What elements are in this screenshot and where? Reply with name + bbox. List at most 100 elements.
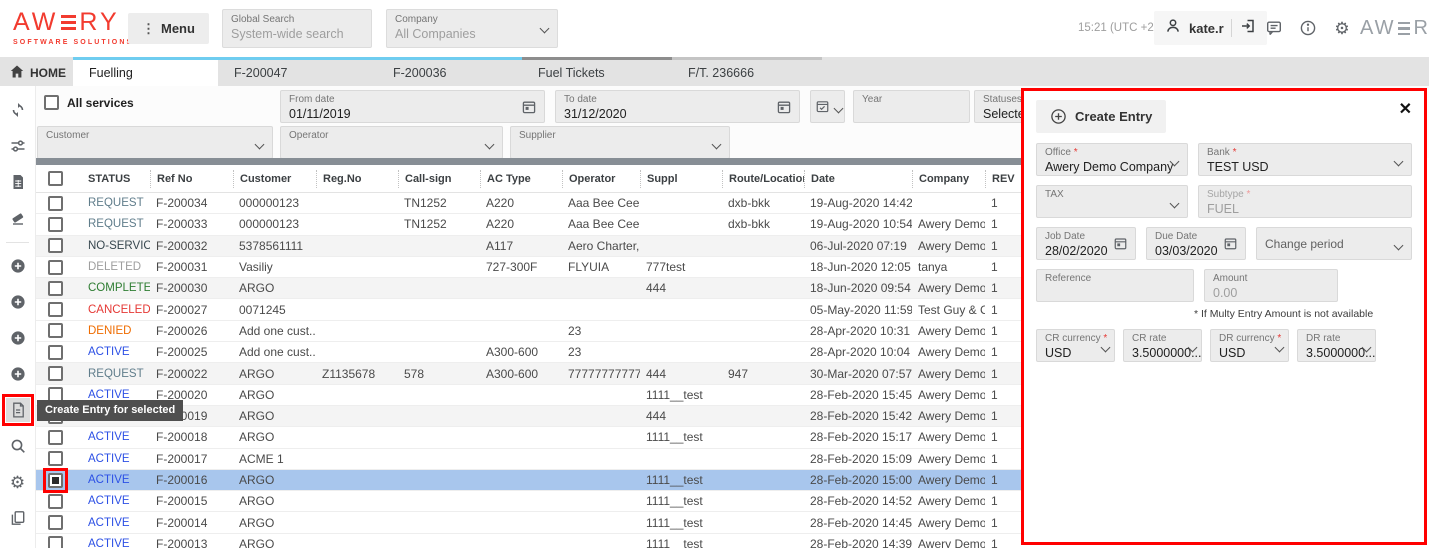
row-checkbox[interactable] — [48, 281, 63, 296]
table-row[interactable]: ACTIVEF-200014ARGO1111__test28-Feb-2020 … — [36, 512, 1021, 533]
table-row[interactable]: DELETEDF-200031Vasiliy727-300FFLYUIA777t… — [36, 257, 1021, 278]
rev-cell: 1 — [985, 537, 1021, 548]
row-checkbox[interactable] — [48, 494, 63, 509]
tab-f-200036[interactable]: F-200036 — [377, 57, 522, 86]
tab-f-200047[interactable]: F-200047 — [218, 57, 377, 86]
copy-icon[interactable] — [6, 506, 30, 530]
row-checkbox[interactable] — [48, 196, 63, 211]
job-date-field[interactable]: Job Date 28/02/2020 — [1036, 227, 1136, 260]
calendar-icon[interactable] — [776, 99, 792, 120]
operator-filter[interactable]: Operator — [280, 126, 503, 159]
table-row[interactable]: ACTIVEF-200016ARGO1111__test28-Feb-2020 … — [36, 470, 1021, 491]
logout-icon[interactable] — [1239, 17, 1257, 40]
column-header[interactable]: Suppl — [640, 170, 722, 188]
column-header[interactable]: Date — [804, 170, 912, 188]
row-checkbox[interactable] — [48, 323, 63, 338]
tax-select[interactable]: TAX — [1036, 185, 1188, 218]
table-row[interactable]: CANCELEDF-200027007124505-May-2020 11:59… — [36, 299, 1021, 320]
from-date-field[interactable]: From date 01/11/2019 — [280, 90, 545, 123]
refresh-icon[interactable] — [6, 98, 30, 122]
calendar-icon[interactable] — [1223, 236, 1238, 256]
date-preset-picker[interactable] — [810, 90, 845, 123]
to-date-field[interactable]: To date 31/12/2020 — [555, 90, 800, 123]
row-checkbox[interactable] — [48, 430, 63, 445]
row-checkbox[interactable] — [48, 217, 63, 232]
table-row[interactable]: ACTIVEF-200019ARGO44428-Feb-2020 15:42Aw… — [36, 406, 1021, 427]
tab-fuelling[interactable]: Fuelling — [73, 57, 218, 86]
row-checkbox[interactable] — [48, 302, 63, 317]
tab-home[interactable]: HOME — [0, 57, 73, 86]
calendar-icon[interactable] — [521, 99, 537, 120]
close-icon[interactable]: ✕ — [1399, 102, 1412, 118]
tab-ft-236666[interactable]: F/T. 236666 — [672, 57, 822, 86]
table-row[interactable]: REQUESTF-200034000000123TN1252A220Aaa Be… — [36, 193, 1021, 214]
user-box[interactable]: kate.r — [1154, 11, 1267, 45]
reference-field[interactable]: Reference — [1036, 269, 1194, 302]
table-row[interactable]: ACTIVEF-200020ARGO1111__test28-Feb-2020 … — [36, 385, 1021, 406]
table-row[interactable]: ACTIVEF-200013ARGO1111__test28-Feb-2020 … — [36, 534, 1021, 548]
add-icon[interactable] — [6, 290, 30, 314]
table-top-scrollbar[interactable] — [36, 158, 1021, 165]
column-header[interactable]: Reg.No — [316, 170, 398, 188]
office-select[interactable]: Office * Awery Demo Company — [1036, 143, 1188, 176]
column-header[interactable]: REV — [985, 170, 1021, 188]
create-entry-button[interactable]: Create Entry — [1036, 100, 1166, 133]
report-icon[interactable] — [6, 170, 30, 194]
table-row[interactable]: NO-SERVICEF-2000325378561111A117Aero Cha… — [36, 236, 1021, 257]
table-row[interactable]: REQUESTF-200022ARGOZ1135678578A300-60077… — [36, 363, 1021, 384]
column-header[interactable]: Operator — [562, 170, 640, 188]
dr-currency-select[interactable]: DR currency * USD — [1210, 329, 1289, 362]
column-header[interactable]: Customer — [233, 170, 316, 188]
due-date-field[interactable]: Due Date 03/03/2020 — [1146, 227, 1246, 260]
add-icon[interactable] — [6, 362, 30, 386]
info-icon[interactable] — [1298, 18, 1318, 38]
company-select[interactable]: Company All Companies — [386, 9, 558, 48]
row-checkbox[interactable] — [48, 345, 63, 360]
table-row[interactable]: ACTIVEF-200017ACME 128-Feb-2020 15:09Awe… — [36, 449, 1021, 470]
dr-rate-select[interactable]: DR rate 3.5000000... — [1297, 329, 1376, 362]
column-header[interactable]: Company — [912, 170, 985, 188]
menu-button[interactable]: ⋮ Menu — [128, 13, 209, 44]
row-checkbox[interactable] — [48, 536, 63, 548]
amount-field[interactable]: Amount 0.00 — [1204, 269, 1338, 302]
select-all-checkbox[interactable] — [48, 171, 63, 186]
column-header[interactable]: Route/Location — [722, 170, 804, 188]
table-row[interactable]: COMPLETEDF-200030ARGO44418-Jun-2020 09:5… — [36, 278, 1021, 299]
table-row[interactable]: REQUESTF-200033000000123TN1252A220Aaa Be… — [36, 214, 1021, 235]
search-icon[interactable] — [6, 434, 30, 458]
add-icon[interactable] — [6, 254, 30, 278]
tune-icon[interactable] — [6, 134, 30, 158]
row-checkbox[interactable] — [48, 473, 63, 488]
table-row[interactable]: ACTIVEF-200025Add one cust...A300-600232… — [36, 342, 1021, 363]
row-checkbox[interactable] — [48, 366, 63, 381]
row-checkbox[interactable] — [48, 260, 63, 275]
tab-fuel-tickets[interactable]: Fuel Tickets — [522, 57, 672, 86]
settings-icon[interactable]: ⚙ — [1332, 18, 1352, 38]
row-checkbox[interactable] — [48, 451, 63, 466]
cr-rate-select[interactable]: CR rate 3.5000000... — [1123, 329, 1202, 362]
feedback-icon[interactable] — [1264, 18, 1284, 38]
column-header[interactable]: Call-sign — [398, 170, 480, 188]
checkbox-icon[interactable] — [44, 95, 59, 110]
table-row[interactable]: ACTIVEF-200018ARGO1111__test28-Feb-2020 … — [36, 427, 1021, 448]
supplier-filter[interactable]: Supplier — [510, 126, 730, 159]
calendar-icon[interactable] — [1113, 236, 1128, 256]
all-services-checkbox[interactable]: All services — [44, 95, 134, 110]
year-field[interactable]: Year — [853, 90, 970, 123]
add-icon[interactable] — [6, 326, 30, 350]
eraser-icon[interactable] — [6, 206, 30, 230]
customer-filter[interactable]: Customer — [37, 126, 273, 159]
create-entry-icon[interactable] — [6, 398, 30, 422]
row-checkbox[interactable] — [48, 515, 63, 530]
column-header[interactable]: Ref No — [150, 170, 233, 188]
table-row[interactable]: DENIEDF-200026Add one cust...2328-Apr-20… — [36, 321, 1021, 342]
column-header[interactable]: STATUS — [82, 170, 150, 188]
table-row[interactable]: ACTIVEF-200015ARGO1111__test28-Feb-2020 … — [36, 491, 1021, 512]
column-header[interactable]: AC Type — [480, 170, 562, 188]
bank-select[interactable]: Bank * TEST USD — [1198, 143, 1412, 176]
cr-currency-select[interactable]: CR currency * USD — [1036, 329, 1115, 362]
row-checkbox[interactable] — [48, 238, 63, 253]
settings-icon[interactable]: ⚙ — [6, 470, 30, 494]
change-period-select[interactable]: Change period — [1256, 227, 1412, 260]
global-search-input[interactable]: Global Search System-wide search — [222, 9, 372, 48]
